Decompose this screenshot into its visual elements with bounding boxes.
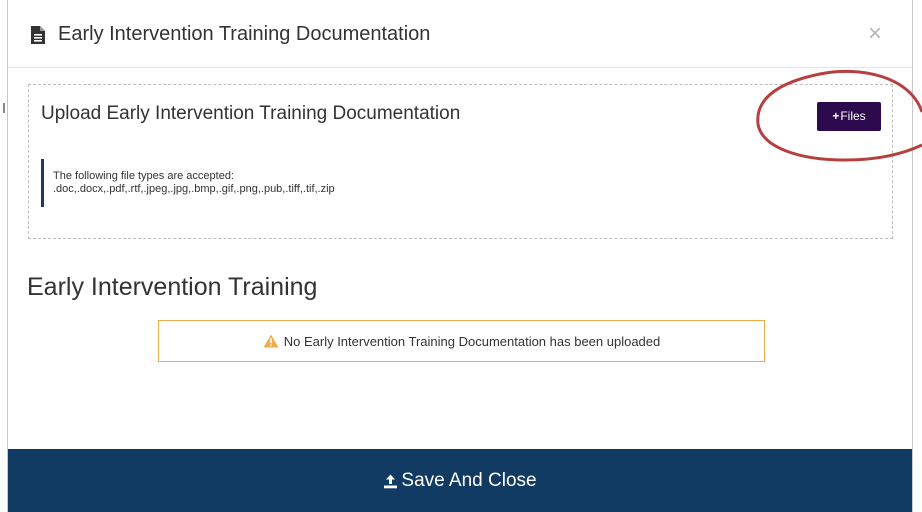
save-and-close-button[interactable]: Save And Close — [8, 449, 912, 512]
section-title: Early Intervention Training — [27, 273, 318, 301]
upload-title: Upload Early Intervention Training Docum… — [41, 103, 461, 124]
accepted-types-list: .doc,.docx,.pdf,.rtf,.jpeg,.jpg,.bmp,.gi… — [53, 183, 335, 195]
close-button[interactable]: × — [864, 21, 886, 47]
add-files-button[interactable]: +Files — [817, 102, 881, 131]
upload-icon — [383, 473, 398, 489]
plus-icon: + — [832, 109, 840, 123]
modal-title: Early Intervention Training Documentatio… — [58, 23, 431, 45]
warning-text: No Early Intervention Training Documenta… — [283, 333, 661, 349]
document-icon — [30, 26, 46, 44]
accepted-heading: The following file types are accepted: — [53, 170, 234, 182]
files-button-label: Files — [840, 109, 866, 123]
background-page-edge — [3, 103, 5, 113]
accepted-file-types-note: The following file types are accepted: .… — [41, 159, 541, 207]
modal-header: Early Intervention Training Documentatio… — [8, 0, 912, 68]
no-documents-warning: No Early Intervention Training Documenta… — [158, 320, 765, 362]
save-and-close-label: Save And Close — [401, 469, 537, 491]
documentation-modal: Early Intervention Training Documentatio… — [7, 0, 913, 512]
close-icon[interactable]: × — [868, 20, 882, 47]
warning-triangle-icon — [263, 334, 279, 348]
upload-dropzone[interactable]: Upload Early Intervention Training Docum… — [28, 84, 893, 239]
